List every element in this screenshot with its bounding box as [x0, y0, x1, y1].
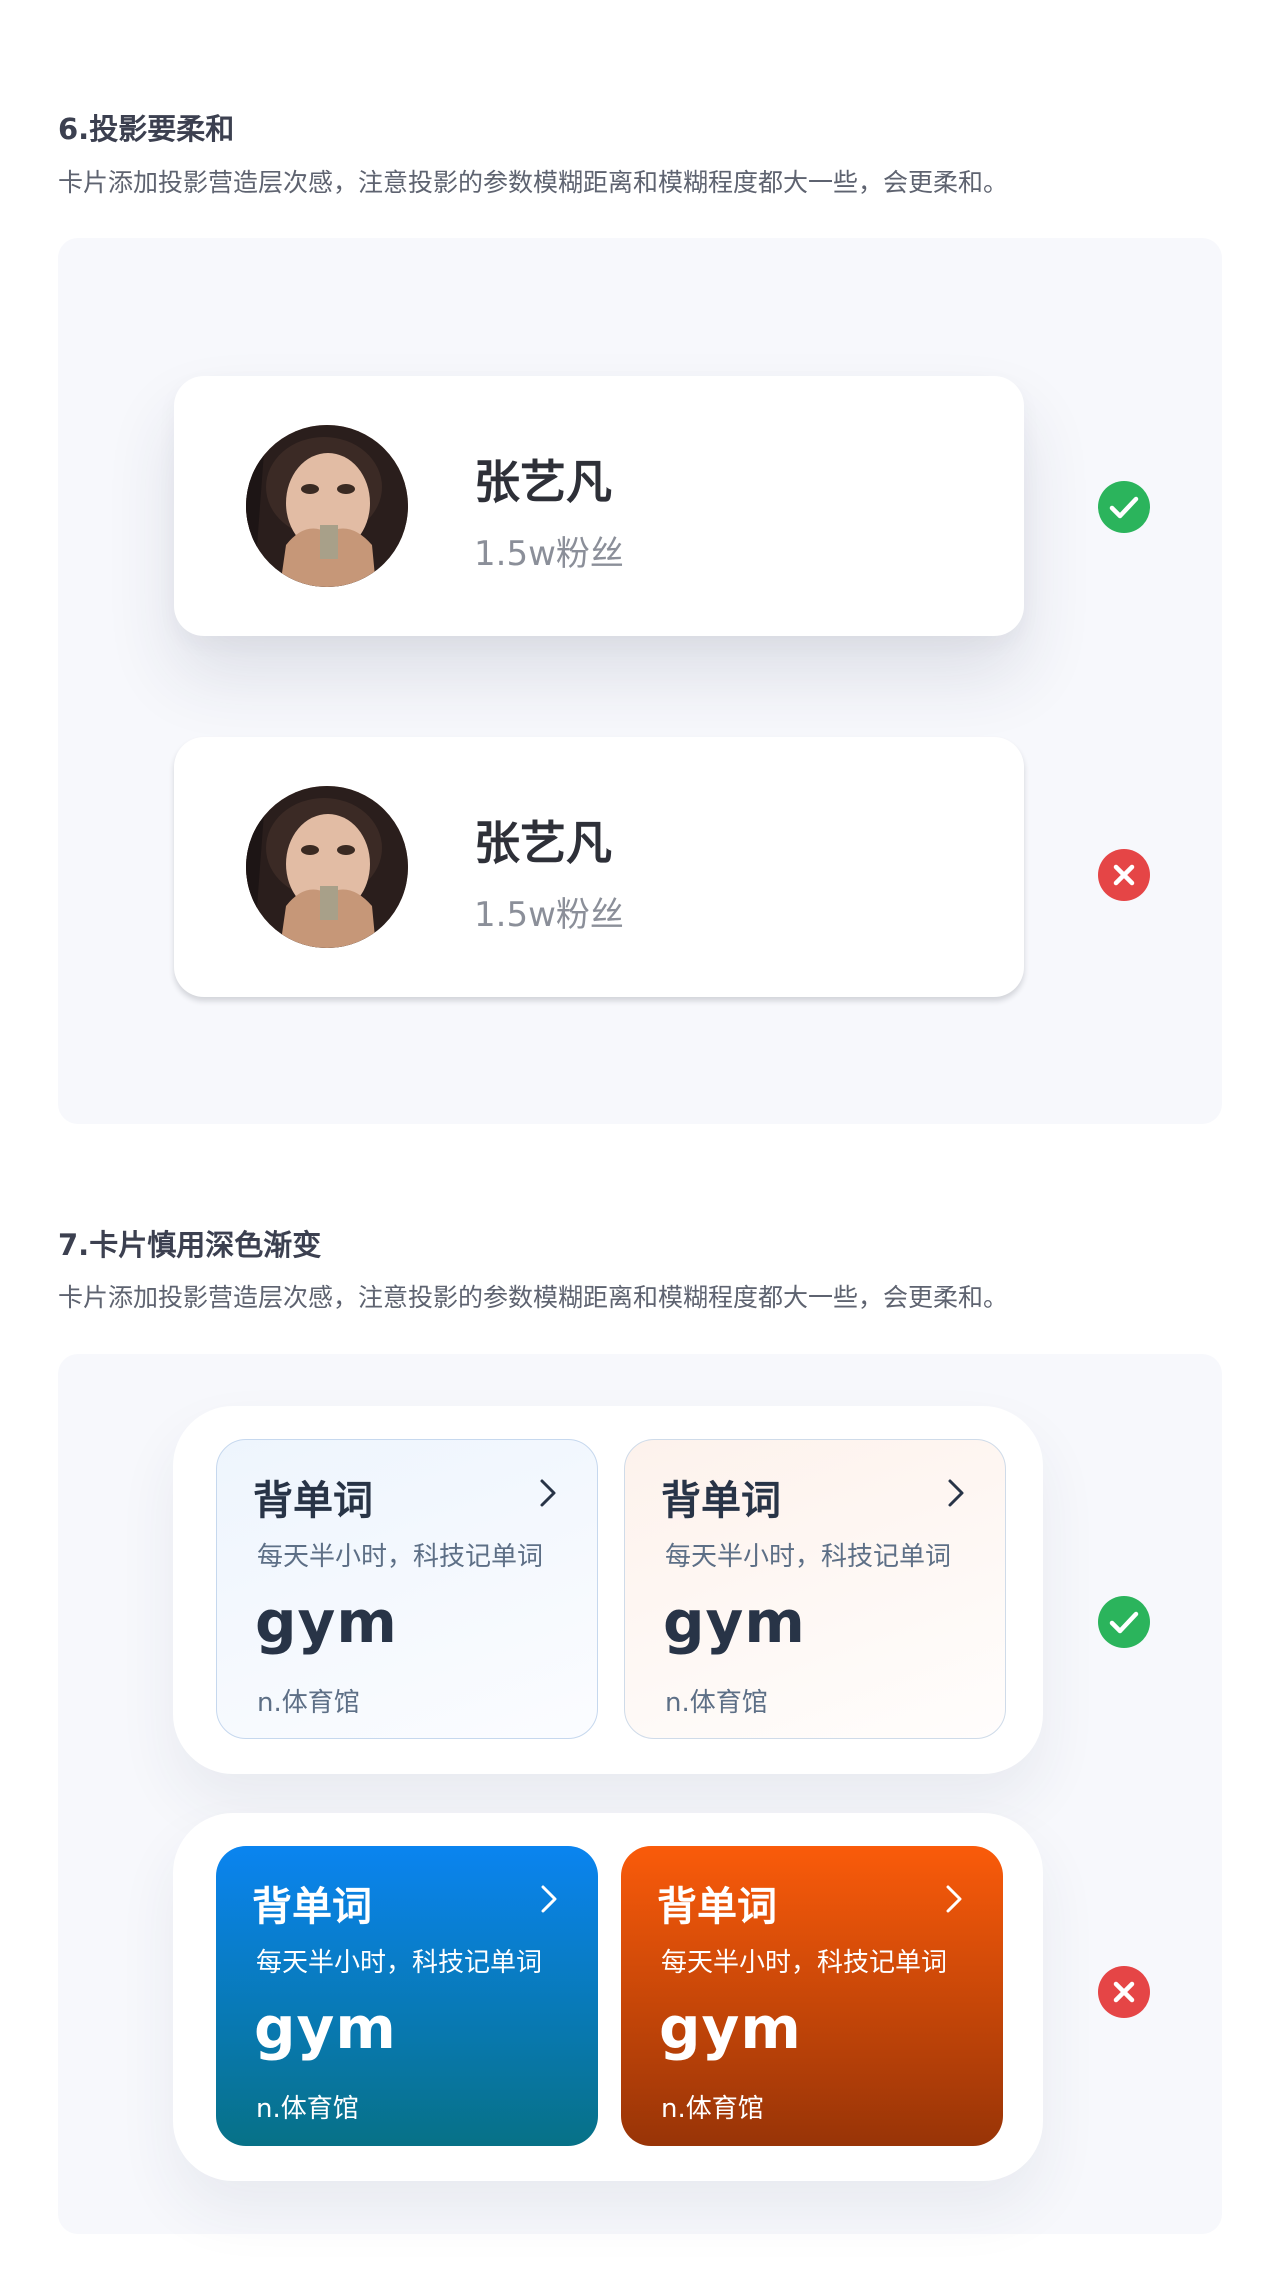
- x-circle-icon: [1098, 1966, 1150, 2018]
- x-circle-icon: [1098, 849, 1150, 901]
- profile-name: 张艺凡: [474, 816, 612, 870]
- word-card-title: 背单词: [253, 1478, 373, 1524]
- word-card[interactable]: 背单词 每天半小时，科技记单词 gym n.体育馆: [216, 1846, 598, 2146]
- chevron-right-icon: [941, 1474, 971, 1512]
- word-card[interactable]: 背单词 每天半小时，科技记单词 gym n.体育馆: [621, 1846, 1003, 2146]
- chevron-right-icon: [534, 1880, 564, 1918]
- profile-name: 张艺凡: [474, 455, 612, 509]
- profile-fans-count: 1.5w粉丝: [474, 534, 624, 574]
- word-card-meaning: n.体育馆: [661, 2094, 764, 2124]
- word-card-word: gym: [663, 1588, 806, 1656]
- check-circle-icon: [1098, 1596, 1150, 1648]
- check-circle-icon: [1098, 481, 1150, 533]
- word-card-word: gym: [254, 1994, 397, 2062]
- word-card-subtitle: 每天半小时，科技记单词: [661, 1948, 948, 1978]
- profile-fans-count: 1.5w粉丝: [474, 895, 624, 935]
- word-card-subtitle: 每天半小时，科技记单词: [256, 1948, 543, 1978]
- word-card-group-light: 背单词 每天半小时，科技记单词 gym n.体育馆 背单词 每天半小时，科技记单…: [173, 1406, 1043, 1774]
- word-card[interactable]: 背单词 每天半小时，科技记单词 gym n.体育馆: [624, 1439, 1006, 1739]
- word-card-word: gym: [255, 1588, 398, 1656]
- section-6-title: 6.投影要柔和: [58, 112, 235, 146]
- avatar: [246, 425, 408, 587]
- profile-card-soft-shadow: 张艺凡 1.5w粉丝: [174, 376, 1024, 636]
- word-card-title: 背单词: [252, 1884, 372, 1930]
- section-6-description: 卡片添加投影营造层次感，注意投影的参数模糊距离和模糊程度都大一些，会更柔和。: [58, 168, 1009, 197]
- section-7-title: 7.卡片慎用深色渐变: [58, 1228, 322, 1262]
- word-card-subtitle: 每天半小时，科技记单词: [257, 1542, 544, 1572]
- word-card-title: 背单词: [657, 1884, 777, 1930]
- word-card-meaning: n.体育馆: [665, 1688, 768, 1718]
- word-card-subtitle: 每天半小时，科技记单词: [665, 1542, 952, 1572]
- word-card[interactable]: 背单词 每天半小时，科技记单词 gym n.体育馆: [216, 1439, 598, 1739]
- page: 6.投影要柔和 卡片添加投影营造层次感，注意投影的参数模糊距离和模糊程度都大一些…: [0, 0, 1280, 2277]
- chevron-right-icon: [533, 1474, 563, 1512]
- word-card-meaning: n.体育馆: [256, 2094, 359, 2124]
- word-card-group-dark: 背单词 每天半小时，科技记单词 gym n.体育馆 背单词 每天半小时，科技记单…: [173, 1813, 1043, 2181]
- profile-card-hard-shadow: 张艺凡 1.5w粉丝: [174, 737, 1024, 997]
- avatar: [246, 786, 408, 948]
- word-card-meaning: n.体育馆: [257, 1688, 360, 1718]
- chevron-right-icon: [939, 1880, 969, 1918]
- section-7-description: 卡片添加投影营造层次感，注意投影的参数模糊距离和模糊程度都大一些，会更柔和。: [58, 1283, 1009, 1312]
- word-card-title: 背单词: [661, 1478, 781, 1524]
- word-card-word: gym: [659, 1994, 802, 2062]
